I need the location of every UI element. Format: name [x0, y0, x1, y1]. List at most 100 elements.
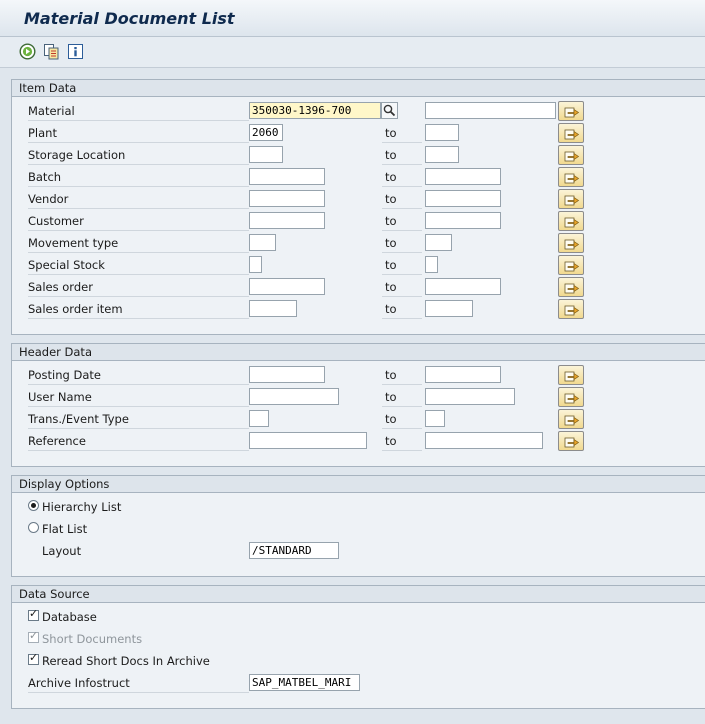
- multiple-selection-button[interactable]: [558, 277, 584, 297]
- multiple-selection-button[interactable]: [558, 387, 584, 407]
- multiple-selection-arrow-icon: [564, 261, 580, 272]
- to-label: to: [382, 191, 422, 209]
- user-name-from-input[interactable]: [249, 388, 339, 405]
- search-help-button[interactable]: [381, 102, 398, 119]
- to-label: to: [382, 411, 422, 429]
- multiple-selection-arrow-icon: [564, 195, 580, 206]
- archive-infostruct-input[interactable]: SAP_MATBEL_MARI: [249, 674, 360, 691]
- multiple-selection-button[interactable]: [558, 189, 584, 209]
- material-to-input[interactable]: [425, 102, 556, 119]
- multiple-selection-arrow-icon: [564, 415, 580, 426]
- sales-order-to-input[interactable]: [425, 278, 501, 295]
- multiple-selection-button[interactable]: [558, 145, 584, 165]
- flat-list-radio[interactable]: [28, 522, 39, 533]
- row-layout: Layout /STANDARD: [12, 541, 705, 561]
- movement-type-from-input[interactable]: [249, 234, 276, 251]
- multiple-selection-button[interactable]: [558, 255, 584, 275]
- multiple-selection-button[interactable]: [558, 299, 584, 319]
- get-variant-icon[interactable]: [43, 43, 60, 60]
- multiple-selection-button[interactable]: [558, 409, 584, 429]
- field-label: Movement type: [28, 235, 249, 253]
- plant-from-input[interactable]: 2060: [249, 124, 283, 141]
- trans-event-type-from-input[interactable]: [249, 410, 269, 427]
- group-display-options: Display Options Hierarchy List Flat List…: [11, 475, 705, 577]
- to-label: to: [382, 169, 422, 187]
- reread-archive-label[interactable]: Reread Short Docs In Archive: [42, 653, 210, 670]
- field-label: Material: [28, 103, 249, 121]
- multiple-selection-arrow-icon: [564, 217, 580, 228]
- sales-order-from-input[interactable]: [249, 278, 325, 295]
- flat-list-label[interactable]: Flat List: [42, 521, 87, 538]
- reference-to-input[interactable]: [425, 432, 543, 449]
- multiple-selection-button[interactable]: [558, 101, 584, 121]
- row-material: Material 350030-1396-700: [12, 101, 705, 121]
- field-label: Vendor: [28, 191, 249, 209]
- batch-to-input[interactable]: [425, 168, 501, 185]
- to-label: to: [382, 279, 422, 297]
- user-name-to-input[interactable]: [425, 388, 515, 405]
- field-label: Storage Location: [28, 147, 249, 165]
- movement-type-to-input[interactable]: [425, 234, 452, 251]
- multiple-selection-button[interactable]: [558, 123, 584, 143]
- customer-to-input[interactable]: [425, 212, 501, 229]
- archive-infostruct-label: Archive Infostruct: [28, 675, 249, 693]
- multiple-selection-button[interactable]: [558, 431, 584, 451]
- storage-location-from-input[interactable]: [249, 146, 283, 163]
- row-plant: Plant 2060 to: [12, 123, 705, 143]
- execute-icon[interactable]: [19, 43, 36, 60]
- layout-input[interactable]: /STANDARD: [249, 542, 339, 559]
- hierarchy-list-label[interactable]: Hierarchy List: [42, 499, 121, 516]
- database-label[interactable]: Database: [42, 609, 97, 626]
- short-documents-checkbox: [28, 629, 39, 643]
- field-label: Trans./Event Type: [28, 411, 249, 429]
- vendor-to-input[interactable]: [425, 190, 501, 207]
- group-title: Item Data: [12, 80, 705, 97]
- posting-date-from-input[interactable]: [249, 366, 325, 383]
- multiple-selection-arrow-icon: [564, 129, 580, 140]
- to-label: to: [382, 147, 422, 165]
- row-sales-order: Sales order to: [12, 277, 705, 297]
- application-toolbar: [0, 37, 705, 68]
- material-from-input[interactable]: 350030-1396-700: [249, 102, 381, 119]
- reference-from-input[interactable]: [249, 432, 367, 449]
- row-reread-archive: Reread Short Docs In Archive: [12, 651, 705, 671]
- group-title: Data Source: [12, 586, 705, 603]
- field-label: Batch: [28, 169, 249, 187]
- row-posting-date: Posting Date to: [12, 365, 705, 385]
- hierarchy-list-radio[interactable]: [28, 500, 39, 511]
- sales-order-item-to-input[interactable]: [425, 300, 473, 317]
- to-label: to: [382, 433, 422, 451]
- storage-location-to-input[interactable]: [425, 146, 459, 163]
- database-checkbox[interactable]: [28, 607, 39, 621]
- customer-from-input[interactable]: [249, 212, 325, 229]
- multiple-selection-button[interactable]: [558, 365, 584, 385]
- special-stock-from-input[interactable]: [249, 256, 262, 273]
- special-stock-to-input[interactable]: [425, 256, 438, 273]
- reread-archive-checkbox[interactable]: [28, 651, 39, 665]
- posting-date-to-input[interactable]: [425, 366, 501, 383]
- multiple-selection-arrow-icon: [564, 393, 580, 404]
- program-documentation-icon[interactable]: [67, 43, 84, 60]
- field-label: Posting Date: [28, 367, 249, 385]
- vendor-from-input[interactable]: [249, 190, 325, 207]
- field-label: Reference: [28, 433, 249, 451]
- sales-order-item-from-input[interactable]: [249, 300, 297, 317]
- multiple-selection-button[interactable]: [558, 233, 584, 253]
- multiple-selection-button[interactable]: [558, 211, 584, 231]
- trans-event-type-to-input[interactable]: [425, 410, 445, 427]
- field-label: Sales order: [28, 279, 249, 297]
- row-sales-order-item: Sales order item to: [12, 299, 705, 319]
- to-label: to: [382, 301, 422, 319]
- batch-from-input[interactable]: [249, 168, 325, 185]
- multiple-selection-arrow-icon: [564, 239, 580, 250]
- row-movement-type: Movement type to: [12, 233, 705, 253]
- to-label: to: [382, 389, 422, 407]
- row-archive-infostruct: Archive Infostruct SAP_MATBEL_MARI: [12, 673, 705, 693]
- plant-to-input[interactable]: [425, 124, 459, 141]
- row-short-documents: Short Documents: [12, 629, 705, 649]
- row-database: Database: [12, 607, 705, 627]
- multiple-selection-button[interactable]: [558, 167, 584, 187]
- row-hierarchy-list: Hierarchy List: [12, 497, 705, 517]
- title-bar: Material Document List: [0, 0, 705, 37]
- page-title: Material Document List: [24, 9, 235, 28]
